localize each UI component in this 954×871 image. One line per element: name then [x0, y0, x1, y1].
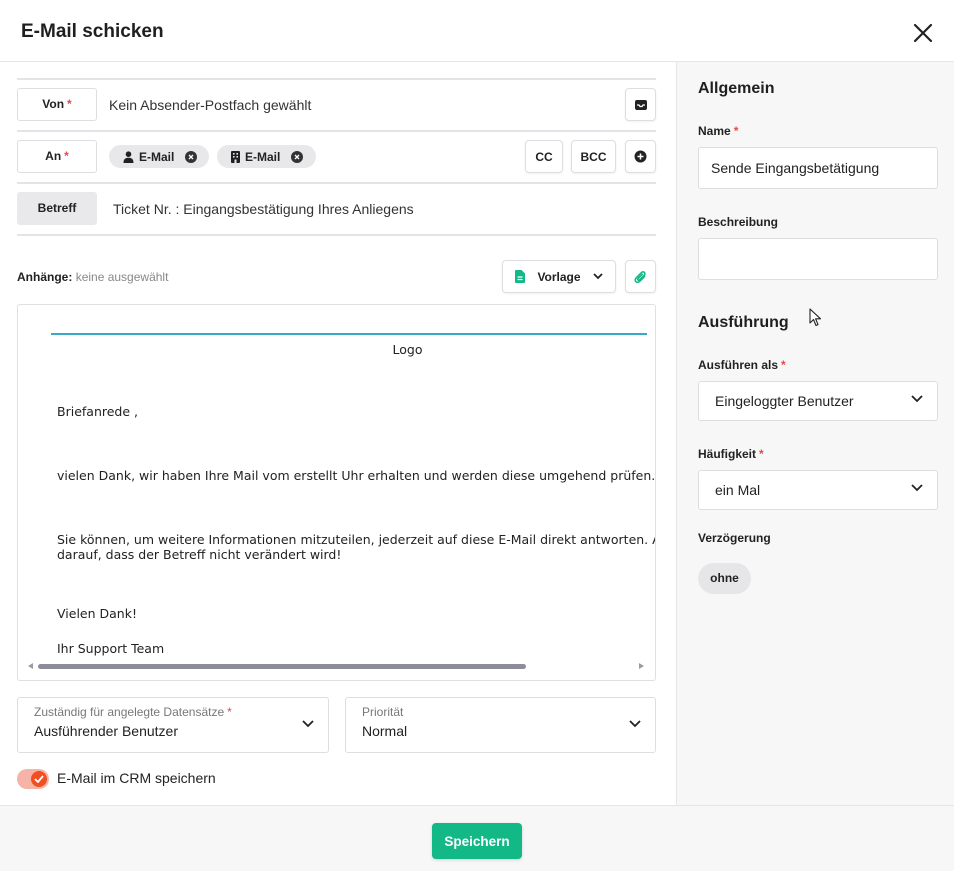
execute-as-label: Ausführen als *	[698, 358, 786, 372]
attach-file-button[interactable]	[625, 260, 656, 293]
delay-pill[interactable]: ohne	[698, 563, 751, 594]
execute-as-value: Eingeloggter Benutzer	[715, 393, 854, 409]
dialog-header: E-Mail schicken	[0, 0, 954, 62]
chevron-down-icon	[302, 720, 314, 728]
divider	[17, 182, 656, 184]
betreff-label: Betreff	[17, 192, 97, 225]
scroll-left-icon[interactable]	[28, 663, 33, 669]
body-line: vielen Dank, wir haben Ihre Mail vom ers…	[57, 468, 656, 483]
template-dropdown[interactable]: Vorlage	[502, 260, 616, 293]
inbox-icon	[634, 99, 647, 110]
dialog-title: E-Mail schicken	[21, 21, 164, 42]
person-icon	[123, 150, 134, 163]
logo-placeholder: Logo	[392, 342, 423, 357]
send-email-dialog: E-Mail schicken Von * Kein Absender-Postf…	[0, 0, 954, 871]
close-button[interactable]	[910, 20, 936, 46]
frequency-value: ein Mal	[715, 482, 761, 498]
save-button[interactable]: Speichern	[432, 823, 522, 859]
body-line: darauf, dass der Betreff nicht verändert…	[57, 547, 342, 562]
description-label: Beschreibung	[698, 215, 779, 229]
name-input[interactable]: Sende Eingangsbetätigung	[698, 147, 938, 189]
close-icon	[913, 23, 933, 43]
recipient-chip-label: E-Mail	[139, 149, 175, 164]
scroll-thumb[interactable]	[38, 664, 526, 669]
priority-select[interactable]: Priorität Normal	[345, 697, 656, 753]
responsible-label: Zuständig für angelegte Datensätze *	[34, 705, 232, 719]
mouse-cursor-icon	[809, 308, 822, 327]
sender-value[interactable]: Kein Absender-Postfach gewählt	[109, 97, 311, 113]
check-icon	[34, 775, 44, 783]
email-body-editor[interactable]: Logo Briefanrede , vielen Dank, wir habe…	[17, 304, 656, 681]
divider	[17, 130, 656, 132]
attachments-info: Anhänge: keine ausgewählt	[17, 270, 168, 284]
template-label: Vorlage	[537, 269, 581, 284]
mailbox-button[interactable]	[625, 88, 656, 121]
execution-heading: Ausführung	[698, 314, 789, 331]
crm-save-label: E-Mail im CRM speichern	[57, 770, 216, 786]
recipient-chip[interactable]: E-Mail	[109, 145, 209, 168]
paperclip-icon	[634, 270, 646, 283]
toggle-knob	[31, 771, 47, 787]
greeting-line: Briefanrede ,	[57, 404, 138, 419]
responsible-value: Ausführender Benutzer	[34, 723, 178, 739]
name-label: Name *	[698, 124, 739, 138]
building-icon	[231, 150, 240, 163]
execute-as-select[interactable]: Eingeloggter Benutzer	[698, 381, 938, 421]
chevron-down-icon	[629, 720, 641, 728]
subject-value[interactable]: Ticket Nr. : Eingangsbestätigung Ihres A…	[113, 201, 414, 217]
plus-circle-icon	[634, 150, 647, 163]
closing-line: Vielen Dank!	[57, 606, 137, 621]
attachments-value: keine ausgewählt	[75, 270, 169, 284]
priority-label: Priorität	[362, 705, 404, 719]
recipient-chip[interactable]: E-Mail	[217, 145, 316, 168]
dialog-footer: Speichern	[0, 805, 954, 871]
document-icon	[515, 270, 526, 283]
recipient-chip-label: E-Mail	[245, 149, 281, 164]
an-label: An *	[17, 140, 97, 173]
chevron-down-icon	[911, 484, 923, 492]
attachments-label: Anhänge:	[17, 270, 73, 284]
divider	[17, 78, 656, 80]
header-divider	[51, 333, 647, 335]
scroll-right-icon[interactable]	[639, 663, 644, 669]
bcc-button[interactable]: BCC	[571, 140, 616, 173]
body-line: Sie können, um weitere Informationen mit…	[57, 532, 656, 547]
remove-recipient-icon[interactable]	[185, 150, 198, 163]
delay-label: Verzögerung	[698, 531, 771, 545]
remove-recipient-icon[interactable]	[291, 150, 304, 163]
description-input[interactable]	[698, 238, 938, 280]
frequency-select[interactable]: ein Mal	[698, 470, 938, 510]
chevron-down-icon	[592, 273, 603, 280]
divider	[17, 234, 656, 236]
add-recipient-button[interactable]	[625, 140, 656, 173]
crm-save-toggle[interactable]	[17, 769, 49, 789]
settings-panel: Allgemein Name * Sende Eingangsbetätigung…	[676, 62, 954, 805]
horizontal-scrollbar[interactable]	[18, 659, 655, 674]
cc-button[interactable]: CC	[525, 140, 563, 173]
signature-line: Ihr Support Team	[57, 641, 165, 656]
von-label: Von *	[17, 88, 97, 121]
responsible-select[interactable]: Zuständig für angelegte Datensätze * Ausf…	[17, 697, 329, 753]
frequency-label: Häufigkeit *	[698, 447, 764, 461]
chevron-down-icon	[911, 395, 923, 403]
priority-value: Normal	[362, 723, 408, 739]
general-heading: Allgemein	[698, 80, 775, 97]
